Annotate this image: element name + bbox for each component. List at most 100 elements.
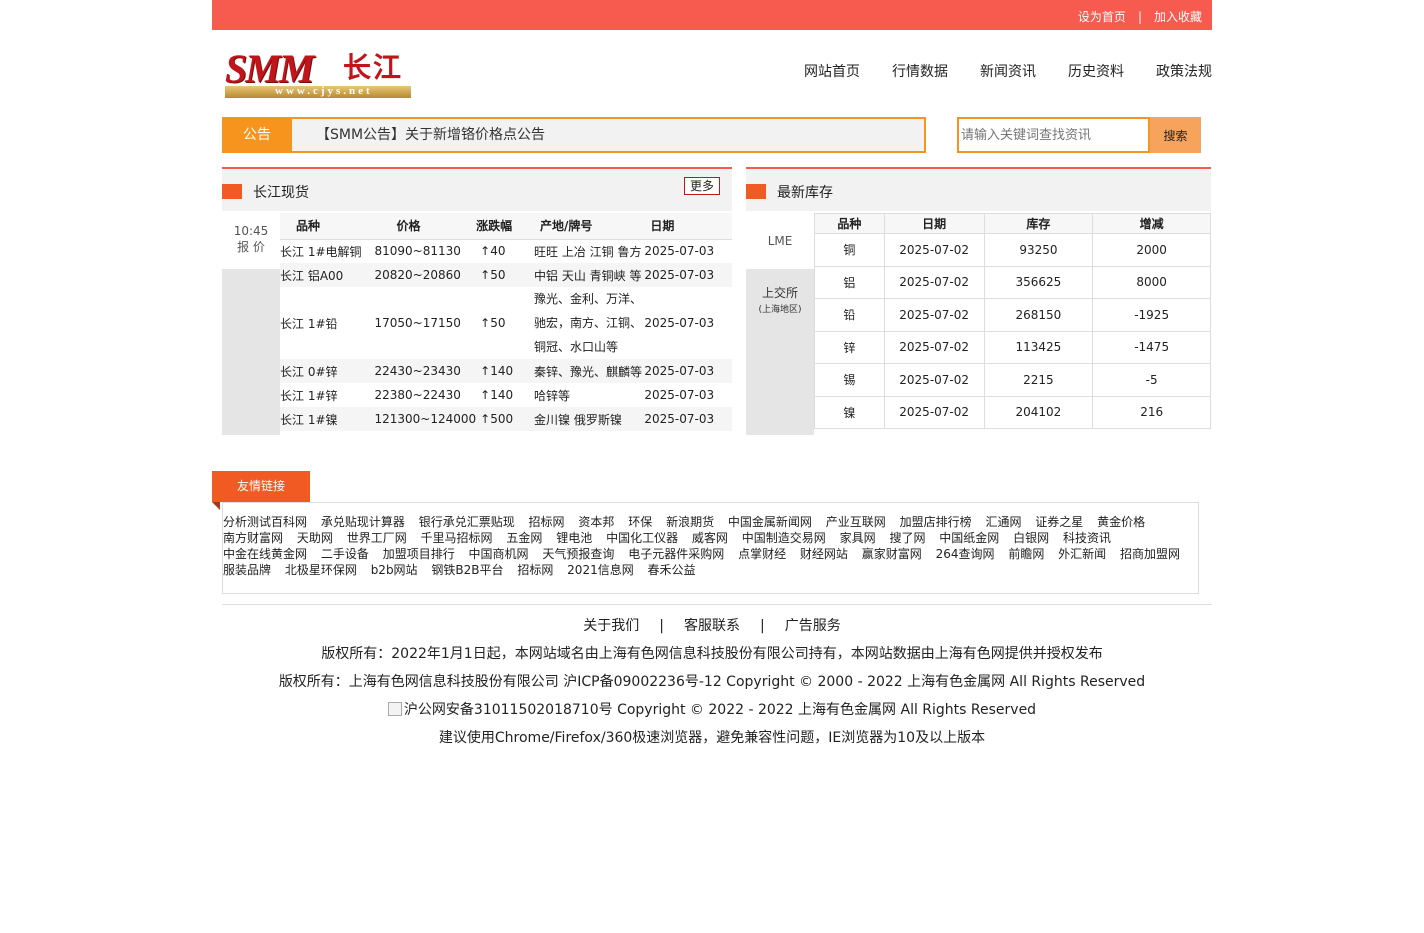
friend-link[interactable]: 千里马招标网: [421, 531, 493, 545]
table-row: 铅 2025-07-02 268150 -1925: [814, 298, 1211, 332]
notice-bar: 公告 【SMM公告】关于新增铬价格点公告: [222, 117, 926, 153]
friend-link[interactable]: 环保: [628, 515, 652, 529]
row-stock: 204102: [983, 395, 1094, 429]
friend-link[interactable]: 赢家财富网: [862, 547, 922, 561]
friend-link[interactable]: 分析测试百科网: [223, 515, 307, 529]
logo-cj: 长江: [343, 51, 404, 84]
friend-link[interactable]: 银行承兑汇票贴现: [419, 515, 515, 529]
friend-link[interactable]: 天助网: [297, 531, 333, 545]
friend-link[interactable]: 中国制造交易网: [742, 531, 826, 545]
friend-link[interactable]: 汇通网: [985, 515, 1021, 529]
table-row: 长江 铝A00 20820~20860 ↑50 中铝 天山 青铜峡 等 2025…: [280, 263, 732, 287]
friend-link[interactable]: 二手设备: [321, 547, 369, 561]
footer-service-link[interactable]: 客服联系: [684, 618, 740, 634]
footer-ads-link[interactable]: 广告服务: [785, 618, 841, 634]
row-variety[interactable]: 长江 1#镍: [280, 407, 375, 431]
friend-link[interactable]: 中国金属新闻网: [728, 515, 812, 529]
friend-link[interactable]: 点掌财经: [738, 547, 786, 561]
friend-link[interactable]: 服装品牌: [223, 563, 271, 577]
friend-link[interactable]: 新浪期货: [666, 515, 714, 529]
top-separator: |: [1137, 10, 1142, 24]
friend-link[interactable]: 天气预报查询: [542, 547, 614, 561]
footer-nav: 关于我们 | 客服联系 | 广告服务: [0, 615, 1424, 635]
col-header-metal: 品种: [814, 213, 885, 234]
table-row: 长江 0#锌 22430~23430 ↑140 秦锌、豫光、麒麟等 2025-0…: [280, 359, 732, 383]
header-square-icon: [746, 184, 766, 199]
friend-link[interactable]: 钢铁B2B平台: [431, 563, 503, 577]
friend-link[interactable]: 黄金价格: [1097, 515, 1145, 529]
inventory-side: LME 上交所 (上海地区): [746, 213, 814, 435]
friend-link[interactable]: 前瞻网: [1008, 547, 1044, 561]
friend-link[interactable]: 家具网: [840, 531, 876, 545]
friend-link[interactable]: 招商加盟网: [1120, 547, 1180, 561]
search-input[interactable]: [957, 117, 1150, 153]
row-variety[interactable]: 长江 铝A00: [280, 263, 375, 287]
row-date: 2025-07-02: [883, 265, 985, 299]
quote-time-box: 10:45 报 价: [222, 213, 280, 269]
row-stock: 356625: [983, 265, 1094, 299]
row-metal: 镍: [814, 395, 885, 429]
search-button[interactable]: 搜索: [1150, 117, 1201, 153]
footer-divider: [222, 604, 1212, 605]
row-metal: 锌: [814, 330, 885, 364]
friend-link[interactable]: 中国化工仪器: [606, 531, 678, 545]
friend-link[interactable]: 五金网: [506, 531, 542, 545]
row-change: ↑140: [480, 388, 514, 402]
col-header-variety: 品种: [280, 213, 375, 240]
friend-link[interactable]: 2021信息网: [567, 563, 634, 577]
friend-link[interactable]: 外汇新闻: [1058, 547, 1106, 561]
friend-link[interactable]: 北极星环保网: [285, 563, 357, 577]
row-price: 81090~81130: [374, 244, 461, 259]
friend-link[interactable]: 招标网: [529, 515, 565, 529]
add-favorite-link[interactable]: 加入收藏: [1154, 10, 1202, 24]
friend-link[interactable]: 加盟项目排行: [383, 547, 455, 561]
friend-link[interactable]: 资本邦: [578, 515, 614, 529]
friend-link[interactable]: 财经网站: [800, 547, 848, 561]
friend-link[interactable]: 招标网: [517, 563, 553, 577]
row-variety[interactable]: 长江 1#锌: [280, 383, 375, 407]
spot-panel-title: 长江现货: [253, 185, 309, 201]
notice-text[interactable]: 【SMM公告】关于新增铬价格点公告: [316, 119, 545, 151]
row-price: 22380~22430: [374, 388, 461, 402]
row-price: 22430~23430: [374, 359, 477, 383]
table-row: 铜 2025-07-02 93250 2000: [814, 233, 1211, 267]
friend-link[interactable]: 证券之星: [1035, 515, 1083, 529]
friend-link[interactable]: 锂电池: [556, 531, 592, 545]
nav-policy[interactable]: 政策法规: [1156, 61, 1212, 81]
friend-link[interactable]: 承兑贴现计算器: [321, 515, 405, 529]
friend-link[interactable]: 中国纸金网: [939, 531, 999, 545]
row-variety[interactable]: 长江 1#电解铜: [280, 239, 375, 263]
friend-link[interactable]: 中金在线黄金网: [223, 547, 307, 561]
site-logo[interactable]: SMM 长江 www.cjys.net: [225, 49, 415, 100]
footer-about-link[interactable]: 关于我们: [583, 618, 639, 634]
lme-tab[interactable]: LME: [746, 213, 814, 269]
row-metal: 铝: [814, 265, 885, 299]
friend-link[interactable]: 电子元器件采购网: [628, 547, 724, 561]
row-change: 216: [1092, 395, 1211, 429]
friend-link[interactable]: 威客网: [692, 531, 728, 545]
set-home-link[interactable]: 设为首页: [1078, 10, 1126, 24]
row-date: 2025-07-03: [644, 316, 715, 330]
friend-link[interactable]: 世界工厂网: [347, 531, 407, 545]
nav-home[interactable]: 网站首页: [804, 61, 860, 81]
friend-link[interactable]: 加盟店排行榜: [900, 515, 972, 529]
shfe-tab[interactable]: 上交所 (上海地区): [746, 283, 814, 317]
row-variety[interactable]: 长江 0#锌: [280, 359, 375, 383]
friend-link[interactable]: 南方财富网: [223, 531, 283, 545]
friend-link[interactable]: 中国商机网: [469, 547, 529, 561]
more-button[interactable]: 更多: [683, 177, 720, 195]
friend-link[interactable]: 白银网: [1013, 531, 1049, 545]
row-variety[interactable]: 长江 1#铅: [280, 287, 375, 359]
friend-link[interactable]: 春禾公益: [648, 563, 696, 577]
friend-link[interactable]: 264查询网: [936, 547, 995, 561]
row-change: ↑50: [480, 316, 506, 330]
friend-link[interactable]: 搜了网: [889, 531, 925, 545]
col-header-date: 日期: [883, 213, 985, 234]
friend-link[interactable]: b2b网站: [371, 563, 418, 577]
friend-link[interactable]: 产业互联网: [826, 515, 886, 529]
nav-news[interactable]: 新闻资讯: [980, 61, 1036, 81]
row-change: -5: [1092, 363, 1211, 397]
friend-link[interactable]: 科技资讯: [1063, 531, 1111, 545]
nav-market-data[interactable]: 行情数据: [892, 61, 948, 81]
nav-history[interactable]: 历史资料: [1068, 61, 1124, 81]
